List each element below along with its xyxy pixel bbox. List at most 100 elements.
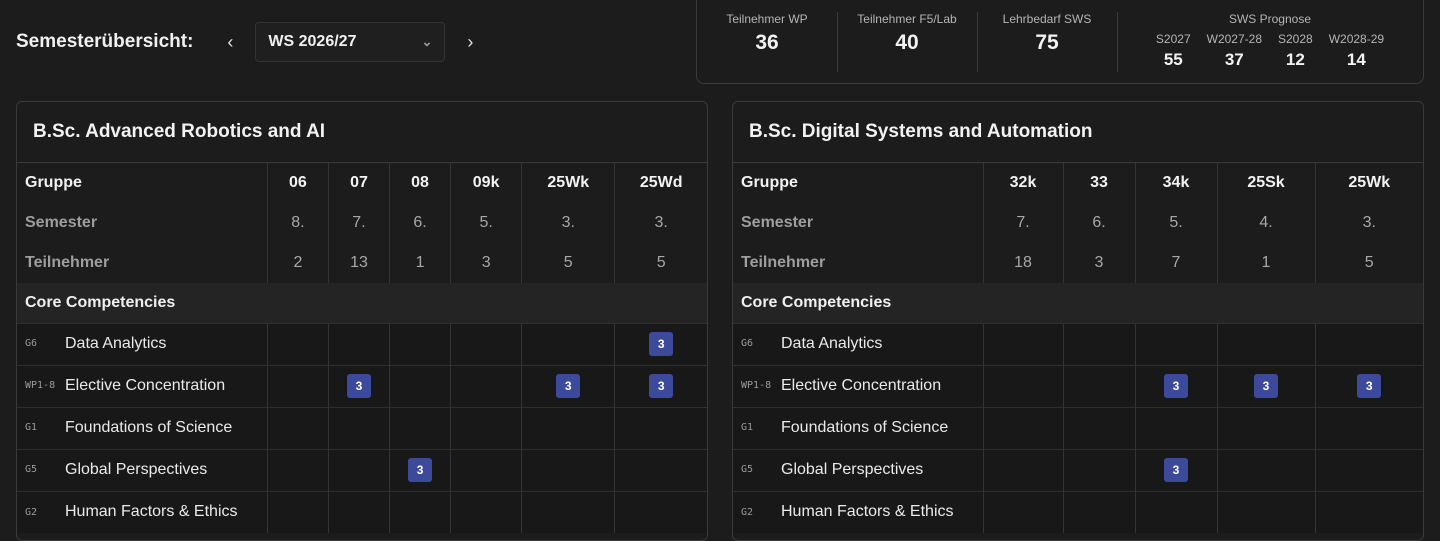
sws-badge[interactable]: 3 xyxy=(1357,374,1382,398)
sws-badge[interactable]: 3 xyxy=(649,374,674,398)
course-name: Global Perspectives xyxy=(65,460,208,478)
course-cell[interactable] xyxy=(1062,364,1135,407)
participants-cell: 5 xyxy=(614,243,707,283)
course-cell[interactable] xyxy=(266,406,329,449)
course-cell[interactable]: 3 xyxy=(327,364,390,407)
sws-badge[interactable]: 3 xyxy=(346,374,371,398)
sws-badge[interactable]: 3 xyxy=(1254,374,1278,398)
course-row[interactable]: G1 Foundations of Science xyxy=(17,406,707,449)
course-cell[interactable] xyxy=(614,490,707,533)
course-cell[interactable] xyxy=(982,322,1063,365)
course-cell[interactable] xyxy=(266,322,329,365)
course-cell[interactable] xyxy=(389,406,451,449)
course-cell[interactable]: 3 xyxy=(1216,364,1315,407)
page-title: Semesterübersicht: xyxy=(16,31,194,52)
semester-select[interactable]: WS 2026/27 ⌄ xyxy=(255,22,446,62)
course-cell[interactable] xyxy=(327,490,390,533)
course-matrix-table: Gruppe 06 07 08 09k 25Wk 25Wd Semester 8. 7. 6. 5. 3… xyxy=(17,163,707,533)
course-cell[interactable] xyxy=(1314,490,1423,533)
group-row-label: Gruppe xyxy=(25,174,82,191)
course-cell[interactable] xyxy=(1062,322,1135,365)
course-cell[interactable] xyxy=(1062,448,1135,491)
course-row[interactable]: G6 Data Analytics 3 xyxy=(17,322,707,365)
course-cell[interactable] xyxy=(450,490,522,533)
course-cell[interactable] xyxy=(266,448,329,491)
semester-row-label: Semester xyxy=(25,214,98,231)
course-cell[interactable] xyxy=(521,406,615,449)
forecast-term: W2027-28 xyxy=(1206,32,1262,46)
course-cell[interactable]: 3 xyxy=(614,322,707,365)
sws-badge[interactable]: 3 xyxy=(1164,458,1188,482)
course-cell[interactable] xyxy=(1134,490,1217,533)
course-row[interactable]: G2 Human Factors & Ethics xyxy=(17,490,707,533)
course-cell[interactable] xyxy=(327,406,390,449)
course-cell[interactable]: 3 xyxy=(1134,364,1217,407)
semester-cell: 6. xyxy=(1062,203,1135,243)
course-label-cell: WP1-8 Elective Concentration xyxy=(17,364,268,407)
course-row[interactable]: WP1-8 Elective Concentration 3 3 3 xyxy=(733,364,1423,407)
course-cell[interactable] xyxy=(1216,322,1315,365)
course-cell[interactable] xyxy=(450,322,522,365)
forecast-column: W2028-29 14 xyxy=(1321,32,1392,70)
course-row[interactable]: WP1-8 Elective Concentration 3 3 3 xyxy=(17,364,707,407)
course-cell[interactable] xyxy=(1062,406,1135,449)
next-semester-button[interactable]: › xyxy=(459,31,481,53)
previous-semester-button[interactable]: ‹ xyxy=(219,31,241,53)
course-cell[interactable] xyxy=(1134,406,1217,449)
forecast-value: 55 xyxy=(1163,50,1183,69)
course-label-cell: G6 Data Analytics xyxy=(733,322,983,365)
course-row[interactable]: G6 Data Analytics xyxy=(733,322,1423,365)
course-row[interactable]: G2 Human Factors & Ethics xyxy=(733,490,1423,533)
course-cell[interactable] xyxy=(327,322,390,365)
course-cell[interactable]: 3 xyxy=(1134,448,1217,491)
course-cell[interactable] xyxy=(1314,448,1423,491)
course-cell[interactable] xyxy=(982,406,1063,449)
course-cell[interactable] xyxy=(1314,406,1423,449)
course-name: Foundations of Science xyxy=(781,418,949,436)
participants-cell: 18 xyxy=(982,243,1063,283)
course-name: Data Analytics xyxy=(781,334,883,352)
course-cell[interactable] xyxy=(327,448,390,491)
group-header-cell: 09k xyxy=(450,163,522,203)
course-cell[interactable] xyxy=(521,448,615,491)
course-cell[interactable] xyxy=(521,322,615,365)
course-cell[interactable] xyxy=(450,406,522,449)
semester-cell: 3. xyxy=(1314,203,1423,243)
sws-badge[interactable]: 3 xyxy=(556,374,581,398)
course-cell[interactable] xyxy=(982,490,1063,533)
course-cell[interactable] xyxy=(1134,322,1217,365)
stat-participants-lab: Teilnehmer F5/Lab 40 xyxy=(837,0,977,83)
sws-badge[interactable]: 3 xyxy=(649,332,674,356)
course-cell[interactable] xyxy=(614,448,707,491)
program-panel-digital-systems: B.Sc. Digital Systems and Automation Grup… xyxy=(732,101,1424,541)
course-cell[interactable] xyxy=(982,448,1063,491)
forecast-term: S2028 xyxy=(1278,32,1313,46)
stat-value: 75 xyxy=(1035,31,1059,54)
course-cell[interactable] xyxy=(1314,322,1423,365)
course-cell[interactable]: 3 xyxy=(389,448,451,491)
course-row[interactable]: G5 Global Perspectives 3 xyxy=(17,448,707,491)
sws-badge[interactable]: 3 xyxy=(408,458,433,482)
course-row[interactable]: G5 Global Perspectives 3 xyxy=(733,448,1423,491)
course-cell[interactable]: 3 xyxy=(1314,364,1423,407)
course-cell[interactable]: 3 xyxy=(614,364,707,407)
sws-badge[interactable]: 3 xyxy=(1164,374,1188,398)
group-header-cell: 08 xyxy=(389,163,451,203)
course-matrix-table: Gruppe 32k 33 34k 25Sk 25Wk Semester 7. 6. 5. 4. 3.… xyxy=(733,163,1423,533)
course-cell[interactable] xyxy=(450,364,522,407)
course-cell[interactable] xyxy=(389,322,451,365)
course-cell[interactable] xyxy=(389,490,451,533)
course-row[interactable]: G1 Foundations of Science xyxy=(733,406,1423,449)
course-cell[interactable] xyxy=(521,490,615,533)
course-cell[interactable] xyxy=(1216,490,1315,533)
course-cell[interactable] xyxy=(1216,448,1315,491)
course-cell[interactable] xyxy=(389,364,451,407)
course-cell[interactable] xyxy=(614,406,707,449)
course-cell[interactable] xyxy=(450,448,522,491)
course-cell[interactable] xyxy=(982,364,1063,407)
course-cell[interactable] xyxy=(266,364,329,407)
course-cell[interactable] xyxy=(266,490,329,533)
course-cell[interactable]: 3 xyxy=(521,364,615,407)
course-cell[interactable] xyxy=(1062,490,1135,533)
course-cell[interactable] xyxy=(1216,406,1315,449)
